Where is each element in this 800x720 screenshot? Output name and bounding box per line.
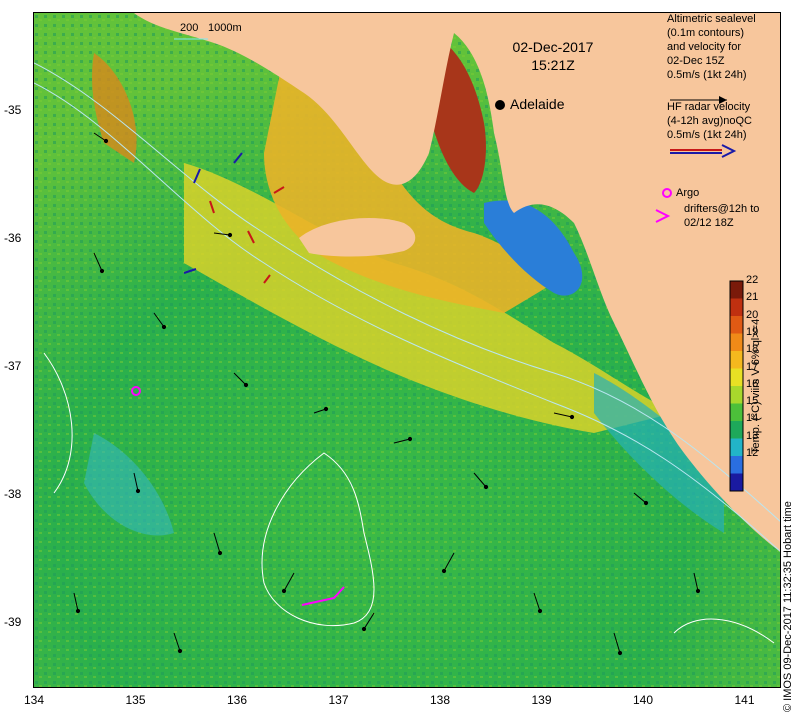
legend-hf-radar-line: (4-12h avg)noQC [667, 115, 752, 127]
lon-tick-label: 137 [328, 693, 349, 707]
bathy-scale-200: 200 [180, 22, 199, 34]
legend-argo-label: Argo [676, 187, 700, 199]
legend-altimetry-line: (0.1m contours) [667, 27, 745, 39]
colorbar-segment [730, 368, 743, 386]
timestamp-block: 02-Dec-2017 15:21Z [498, 38, 608, 74]
credit-text: © IMOS 09-Dec-2017 11:32:35 Hobart time [782, 501, 794, 712]
lon-tick-label: 139 [531, 693, 552, 707]
colorbar-segment [730, 351, 743, 369]
lon-tick-label: 135 [125, 693, 146, 707]
legend-altimetry-line: 0.5m/s (1kt 24h) [667, 69, 747, 81]
colorbar-segment [730, 281, 743, 299]
legend-hf-radar-line: 0.5m/s (1kt 24h) [667, 129, 747, 141]
time-label: 15:21Z [531, 57, 575, 73]
legend-hf-radar: HF radar velocity (4-12h avg)noQC 0.5m/s… [667, 100, 752, 142]
legend-altimetry-line: and velocity for [667, 41, 741, 53]
lon-tick-label: 140 [632, 693, 654, 707]
lon-tick-label: 134 [23, 693, 45, 707]
lat-tick-label: -38 [4, 487, 22, 501]
colorbar-tick: 21 [746, 291, 759, 304]
colorbar-segment [730, 421, 743, 439]
legend-hf-radar-line: HF radar velocity [667, 101, 751, 113]
colorbar-segment [730, 298, 743, 316]
city-label: Adelaide [510, 96, 565, 112]
colorbar-segment [730, 333, 743, 351]
legend-altimetry-line: 02-Dec 15Z [667, 55, 725, 67]
lon-tick-label: 136 [226, 693, 248, 707]
legend-altimetry: Altimetric sealevel (0.1m contours) and … [667, 12, 756, 82]
colorbar-segment [730, 386, 743, 404]
colorbar-segment [730, 438, 743, 456]
lat-tick-label: -36 [4, 231, 22, 245]
lat-tick-label: -37 [4, 359, 22, 373]
colorbar-title: Temp. (°C) viirs V 6% ql>=4 [750, 318, 762, 454]
lat-tick-label: -35 [4, 103, 22, 117]
colorbar-segment [730, 473, 743, 491]
colorbar [729, 280, 744, 492]
date-label: 02-Dec-2017 [512, 39, 594, 55]
legend-altimetry-line: Altimetric sealevel [667, 13, 756, 25]
colorbar-segment [730, 316, 743, 334]
legend-drifters-line: drifters@12h to [684, 203, 760, 215]
colorbar-segment [730, 456, 743, 474]
bathy-scale-1000: 1000m [208, 22, 242, 34]
legend-drifters: drifters@12h to 02/12 18Z [684, 202, 759, 230]
colorbar-segment [730, 403, 743, 421]
adelaide-marker [495, 100, 505, 110]
lon-tick-label: 138 [429, 693, 451, 707]
lon-tick-label: 141 [734, 693, 755, 707]
legend-drifters-line: 02/12 18Z [684, 217, 734, 229]
colorbar-tick: 22 [746, 274, 759, 286]
lat-tick-label: -39 [4, 615, 22, 629]
